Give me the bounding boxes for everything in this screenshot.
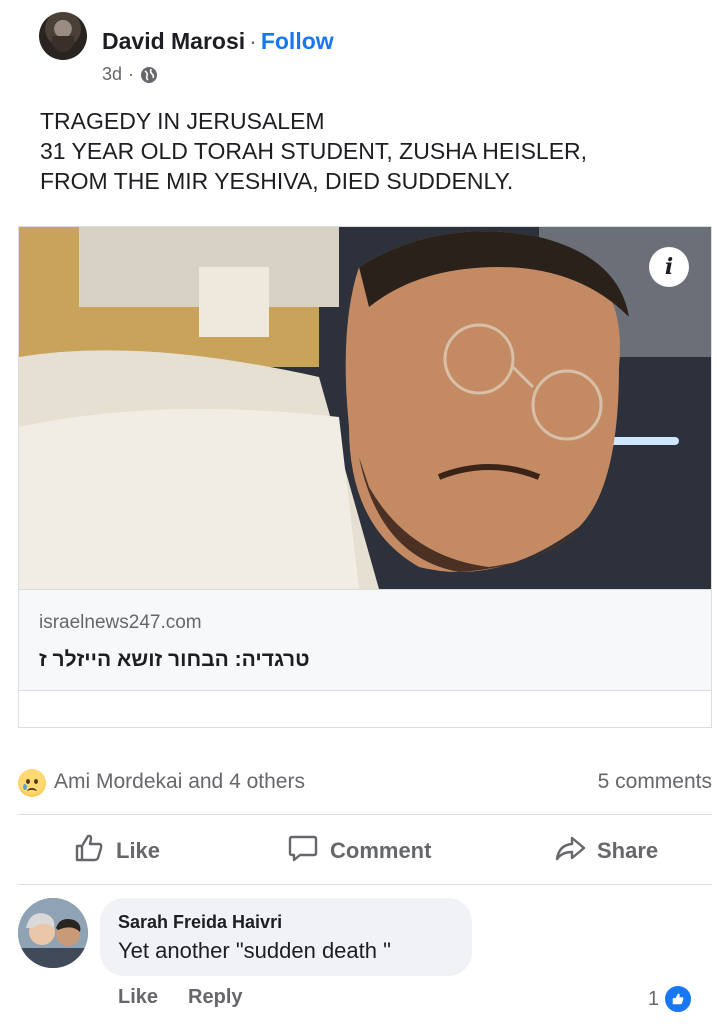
globe-icon: [140, 66, 158, 84]
link-preview[interactable]: i israelnews247.com טרגדיה: הבחור זושא ה…: [18, 226, 712, 728]
comment-button[interactable]: Comment: [286, 822, 431, 880]
divider: [18, 814, 712, 815]
comment-bubble: Sarah Freida Haivri Yet another "sudden …: [100, 898, 472, 976]
comment-like-count[interactable]: 1: [648, 984, 693, 1014]
comment-like-button[interactable]: Like: [118, 986, 158, 1009]
share-label: Share: [597, 838, 659, 863]
preview-photo[interactable]: i: [19, 227, 711, 589]
comment-reply-button[interactable]: Reply: [188, 986, 242, 1009]
reactions-summary: Ami Mordekai and 4 others 5 comments: [18, 762, 712, 802]
like-count-number: 1: [647, 987, 659, 1010]
post-meta: 3d ·: [102, 64, 158, 85]
share-button[interactable]: Share: [553, 822, 658, 880]
author-name[interactable]: David Marosi: [102, 28, 245, 54]
post-text-line: TRAGEDY IN JERUSALEM: [40, 108, 325, 134]
post-time[interactable]: 3d: [102, 64, 122, 85]
preview-photo-art: [19, 227, 711, 589]
tear: [23, 784, 27, 790]
post-text: TRAGEDY IN JERUSALEM 31 YEAR OLD TORAH S…: [40, 106, 700, 196]
sad-mouth: [27, 788, 37, 795]
avatar-beard: [52, 36, 74, 52]
preview-domain: israelnews247.com: [39, 612, 202, 633]
preview-footer[interactable]: israelnews247.com טרגדיה: הבחור זושא היי…: [19, 589, 711, 691]
commenter-photo: [18, 898, 88, 968]
post-text-line: 31 YEAR OLD TORAH STUDENT, ZUSHA HEISLER…: [40, 138, 588, 164]
info-icon[interactable]: i: [649, 247, 689, 287]
preview-title[interactable]: טרגדיה: הבחור זושא הייזלר ז: [39, 648, 310, 672]
thumbs-up-icon: [72, 831, 106, 871]
commenter-avatar[interactable]: [18, 898, 88, 968]
facebook-post-screen: David Marosi · Follow 3d · TRAGEDY IN JERU…: [0, 0, 725, 1024]
author-avatar[interactable]: [39, 12, 87, 60]
like-button[interactable]: Like: [72, 822, 160, 880]
time-separator: ·: [128, 64, 135, 84]
comment-author[interactable]: Sarah Freida Haivri: [118, 912, 282, 933]
comment-bubble-icon: [286, 831, 320, 871]
post-card: David Marosi · Follow 3d · TRAGEDY IN JERU…: [18, 0, 712, 226]
follow-button[interactable]: Follow: [261, 28, 334, 54]
reactors-link[interactable]: Ami Mordekai and 4 others: [54, 770, 305, 794]
comment-actions: Like Reply: [118, 986, 243, 1009]
author-line: David Marosi · Follow: [102, 28, 334, 55]
post-actions: Like Comment Share: [18, 822, 712, 880]
like-badge-icon: [663, 984, 693, 1014]
comments-count-link[interactable]: 5 comments: [598, 770, 712, 794]
like-label: Like: [116, 838, 161, 863]
divider: [18, 884, 712, 885]
sad-emoji-icon[interactable]: [18, 769, 46, 797]
post-text-line: FROM THE MIR YESHIVA, DIED SUDDENLY.: [40, 168, 514, 194]
author-separator: ·: [249, 28, 257, 54]
share-arrow-icon: [553, 831, 587, 871]
comment-label: Comment: [330, 838, 432, 863]
comment-text: Yet another "sudden death ": [118, 938, 391, 963]
